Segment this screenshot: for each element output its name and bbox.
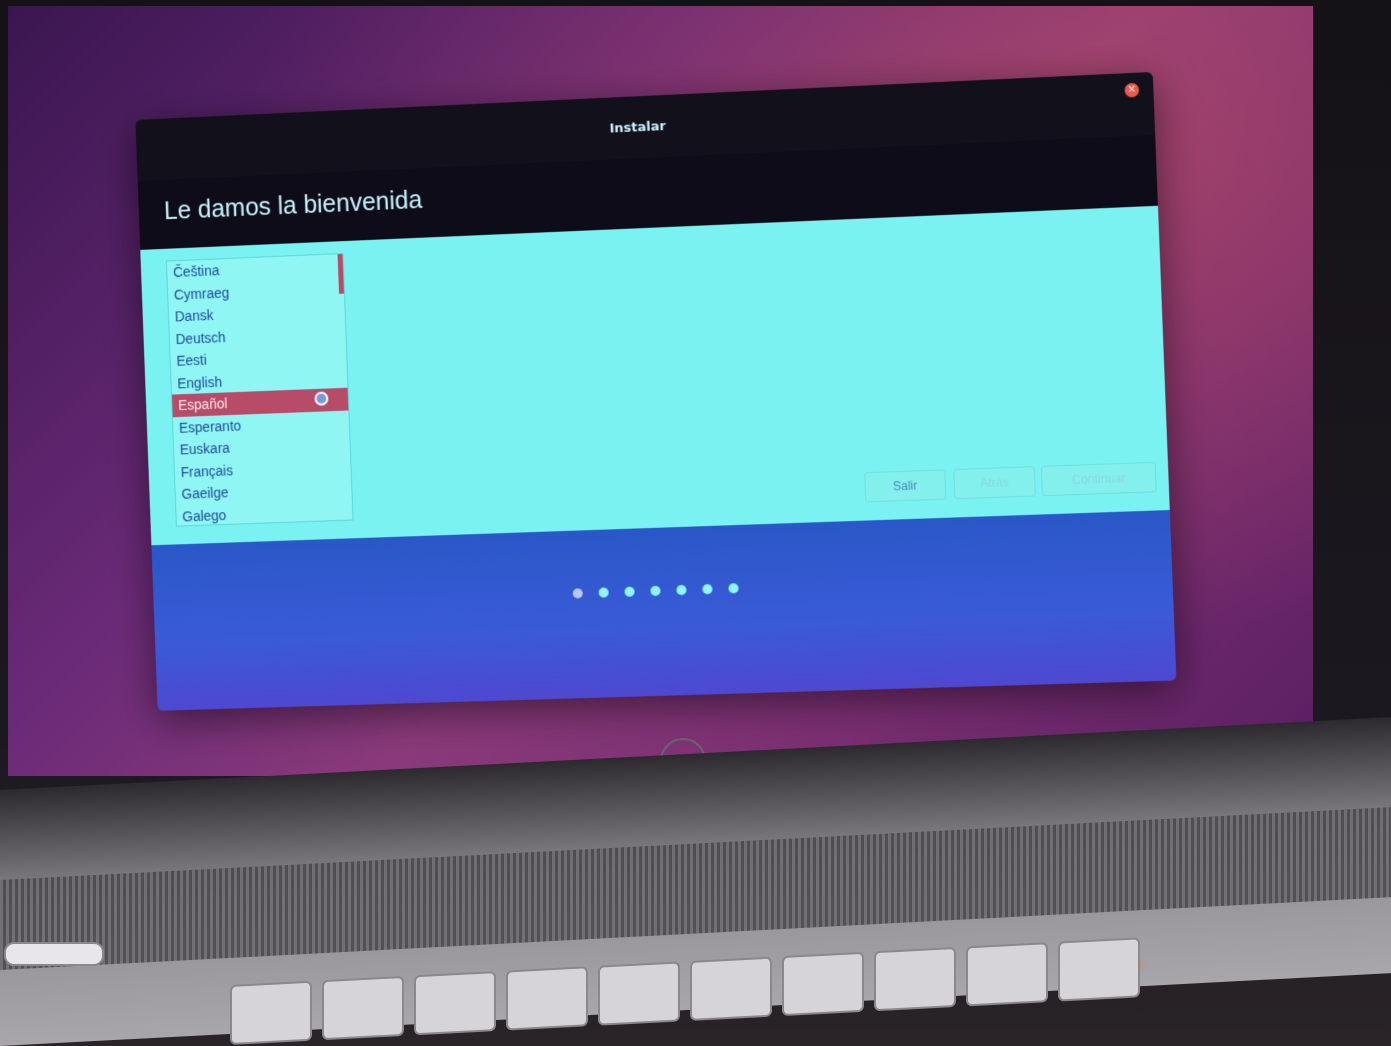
page-title: Le damos la bienvenida — [163, 185, 423, 226]
key[interactable] — [1058, 937, 1140, 1002]
language-list[interactable]: Čeština Cymraeg Dansk Deutsch Eesti Engl… — [165, 252, 354, 527]
key[interactable] — [414, 971, 496, 1036]
progress-dot — [728, 583, 739, 594]
progress-footer — [151, 510, 1177, 711]
key[interactable] — [506, 966, 588, 1031]
progress-dot — [650, 585, 661, 597]
language-item-label: Español — [177, 395, 228, 414]
key[interactable] — [782, 951, 864, 1017]
progress-dot — [702, 584, 713, 595]
quit-button[interactable]: Salir — [864, 469, 947, 503]
window-title: Instalar — [609, 118, 667, 137]
key[interactable] — [230, 980, 312, 1045]
key[interactable] — [322, 975, 404, 1041]
installer-window: Instalar × Le damos la bienvenida Češtin… — [135, 71, 1177, 711]
back-button[interactable]: Atrás — [953, 466, 1036, 500]
screen: Instalar × Le damos la bienvenida Češtin… — [8, 6, 1313, 776]
key[interactable] — [966, 942, 1048, 1007]
progress-dots — [154, 569, 1173, 612]
progress-dot — [676, 584, 687, 596]
progress-dot — [598, 587, 609, 598]
close-icon[interactable]: × — [1124, 82, 1140, 98]
cursor-icon — [314, 391, 329, 406]
key[interactable] — [874, 946, 956, 1012]
content-area: Čeština Cymraeg Dansk Deutsch Eesti Engl… — [140, 205, 1170, 546]
key[interactable] — [598, 961, 680, 1026]
power-button[interactable] — [4, 942, 104, 966]
key[interactable] — [690, 956, 772, 1021]
progress-dot — [624, 586, 635, 597]
continue-button[interactable]: Continuar — [1040, 461, 1157, 497]
progress-dot-current — [572, 588, 583, 599]
